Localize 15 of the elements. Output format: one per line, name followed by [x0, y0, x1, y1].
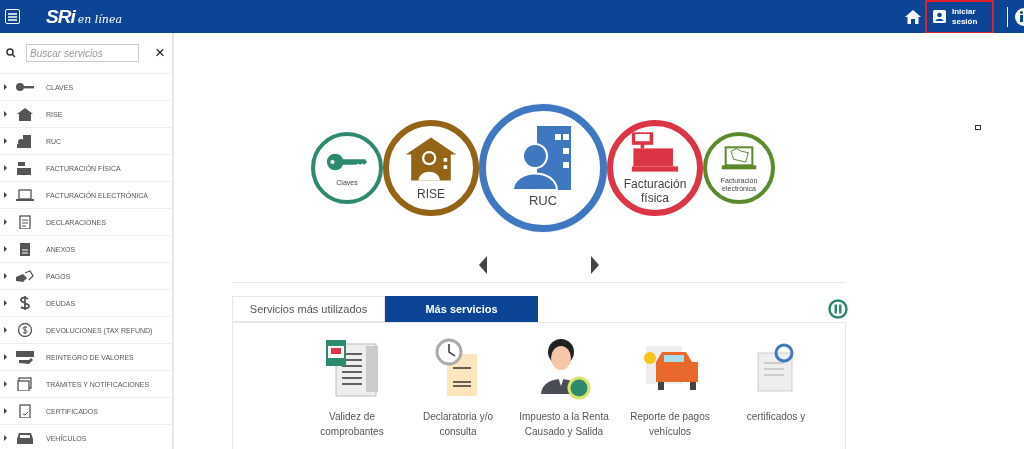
service-link[interactable]: Reporte de pagos vehículos: [620, 409, 720, 439]
carousel-item[interactable]: RUC: [479, 103, 607, 232]
logo-tagline: en línea: [77, 12, 122, 26]
carousel-item[interactable]: Facturación física: [607, 119, 703, 216]
logo: SRi: [46, 5, 75, 28]
tab[interactable]: Servicios más utilizados: [232, 296, 385, 322]
search-field[interactable]: Buscar servicios: [26, 44, 139, 62]
carousel-item[interactable]: RISE: [383, 119, 479, 216]
service-link[interactable]: Validez de comprobantes: [302, 409, 402, 439]
tab[interactable]: Más servicios: [385, 296, 538, 322]
service-link[interactable]: Declaratoria y/o consulta: [408, 409, 508, 439]
service-link[interactable]: certificados y: [726, 409, 826, 424]
login-button[interactable]: Iniciar sesión: [925, 0, 994, 33]
close-button[interactable]: ×: [155, 46, 165, 60]
service-link[interactable]: Impuesto a la Renta Causado y Salida: [514, 409, 614, 439]
